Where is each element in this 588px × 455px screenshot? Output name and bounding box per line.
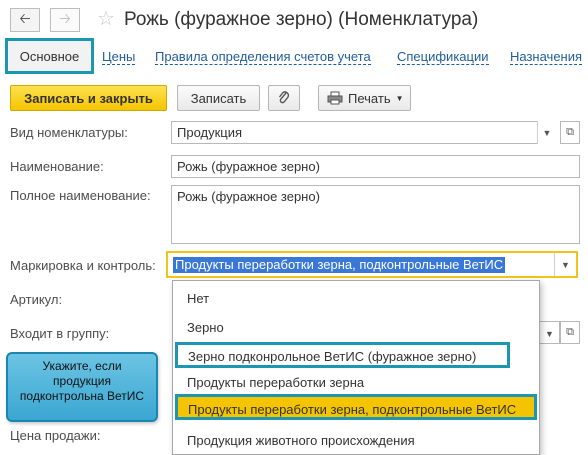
arrow-right-icon: 🡢 [59, 10, 71, 26]
save-button[interactable]: Записать [177, 85, 260, 111]
option-grain-vetis[interactable]: Зерно подконрольное ВетИС (фуражное зерн… [175, 342, 510, 368]
option-grain-products[interactable]: Продукты переработки зерна [173, 369, 539, 395]
option-animal-products[interactable]: Продукция животного происхождения [173, 427, 539, 453]
forward-button[interactable]: 🡢 [50, 8, 80, 32]
option-grain[interactable]: Зерно [173, 314, 539, 340]
group-label: Входит в группу: [10, 326, 110, 341]
chevron-down-icon: ▼ [395, 93, 404, 103]
chevron-down-icon: ▼ [561, 259, 570, 270]
hint-callout: Укажите, если продукция подконтрольна Ве… [6, 352, 158, 422]
arrow-left-icon: 🡠 [19, 10, 31, 26]
attach-button[interactable] [268, 85, 300, 111]
vid-value: Продукция [177, 125, 243, 140]
fullname-value: Рожь (фуражное зерно) [177, 189, 320, 204]
fullname-textarea[interactable]: Рожь (фуражное зерно) [171, 185, 580, 244]
marking-dropdown-list: Нет Зерно Зерно подконрольное ВетИС (фур… [172, 280, 540, 455]
name-value: Рожь (фуражное зерно) [177, 159, 320, 174]
chevron-down-icon: ▼ [545, 329, 554, 339]
window-title: Рожь (фуражное зерно) (Номенклатура) [124, 9, 479, 30]
vid-dropdown-button[interactable]: ▼ [537, 121, 556, 144]
name-label: Наименование: [10, 159, 104, 174]
vid-label: Вид номенклатуры: [10, 125, 128, 140]
price-label: Цена продажи: [10, 428, 101, 443]
tab-account-rules[interactable]: Правила определения счетов учета [155, 49, 371, 65]
back-button[interactable]: 🡠 [10, 8, 40, 32]
print-label: Печать [348, 90, 391, 106]
printer-icon [327, 91, 343, 105]
open-icon: ⧉ [566, 326, 574, 338]
group-open-button[interactable]: ⧉ [560, 321, 580, 344]
tab-prices[interactable]: Цены [102, 49, 136, 65]
open-icon: ⧉ [566, 126, 574, 138]
star-icon[interactable]: ☆ [97, 7, 115, 31]
marking-combobox[interactable]: Продукты переработки зерна, подконтрольн… [166, 251, 578, 278]
marking-dropdown-button[interactable]: ▼ [554, 253, 576, 276]
marking-label: Маркировка и контроль: [10, 258, 156, 273]
save-and-close-button[interactable]: Записать и закрыть [10, 85, 167, 111]
vid-field[interactable]: Продукция [171, 121, 556, 144]
paperclip-icon [278, 91, 290, 104]
chevron-down-icon: ▼ [542, 127, 552, 138]
tab-main[interactable]: Основное [5, 38, 94, 74]
article-label: Артикул: [10, 292, 63, 307]
print-button[interactable]: Печать ▼ [318, 85, 411, 111]
marking-value: Продукты переработки зерна, подконтрольн… [173, 257, 506, 273]
group-field-edge[interactable]: ▼ [540, 321, 560, 344]
tab-specifications[interactable]: Спецификации [397, 49, 489, 65]
option-grain-products-vetis[interactable]: Продукты переработки зерна, подконтрольн… [175, 394, 537, 420]
vid-open-button[interactable]: ⧉ [560, 121, 580, 144]
option-none[interactable]: Нет [173, 285, 539, 311]
fullname-label: Полное наименование: [10, 188, 151, 203]
tab-assignments[interactable]: Назначения [510, 49, 583, 65]
name-input[interactable]: Рожь (фуражное зерно) [171, 155, 580, 178]
